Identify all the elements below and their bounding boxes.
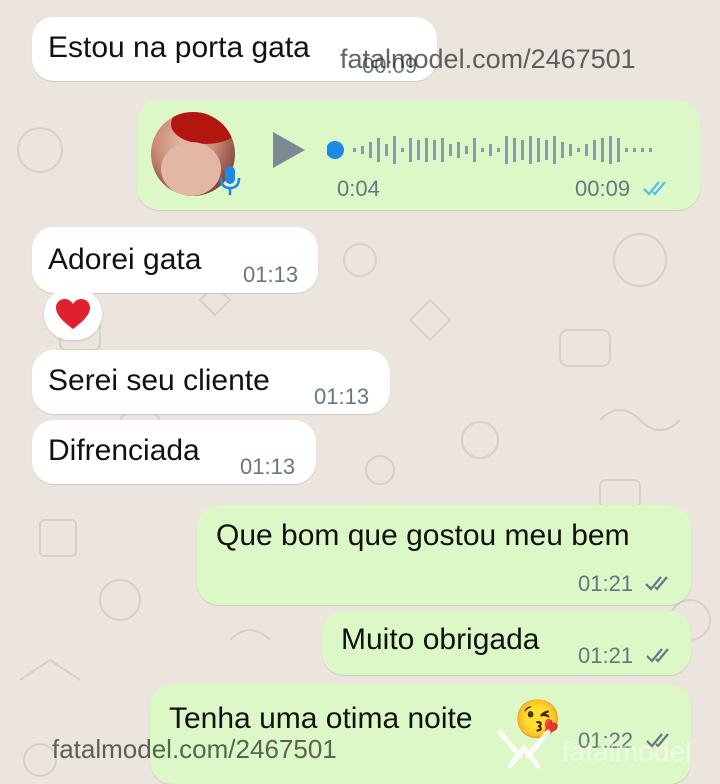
watermark-top: fatalmodel.com/2467501 bbox=[340, 44, 636, 74]
message-bubble-outgoing[interactable]: Muito obrigada 01:21 bbox=[322, 611, 691, 675]
message-time: 01:21 bbox=[578, 571, 634, 596]
heart-icon bbox=[55, 298, 91, 335]
play-icon[interactable] bbox=[271, 130, 307, 175]
message-bubble-incoming[interactable]: Adorei gata 01:13 bbox=[32, 227, 318, 293]
message-time: 01:13 bbox=[240, 454, 296, 479]
double-check-icon bbox=[643, 180, 669, 201]
voice-waveform[interactable] bbox=[326, 134, 667, 166]
message-bubble-outgoing[interactable]: Que bom que gostou meu bem 01:21 bbox=[197, 505, 691, 605]
message-text: Estou na porta gata bbox=[48, 31, 310, 64]
message-text: Difrenciada bbox=[48, 434, 200, 467]
message-text: Muito obrigada bbox=[341, 623, 540, 656]
watermark-bottom: fatalmodel.com/2467501 bbox=[52, 734, 337, 764]
message-time: 00:09 bbox=[575, 176, 631, 201]
watermark-brand: fatalmodel bbox=[496, 728, 691, 775]
mic-icon bbox=[219, 164, 241, 198]
message-text: Tenha uma otima noite bbox=[169, 702, 473, 735]
brand-name: fatalmodel bbox=[562, 735, 692, 767]
reaction-badge[interactable] bbox=[44, 288, 102, 340]
double-check-icon bbox=[645, 575, 671, 596]
message-time: 01:21 bbox=[578, 643, 634, 668]
message-bubble-incoming[interactable]: Difrenciada 01:13 bbox=[32, 420, 316, 484]
brand-logo-icon bbox=[496, 728, 552, 775]
message-text: Que bom que gostou meu bem bbox=[216, 519, 630, 552]
double-check-icon bbox=[646, 647, 672, 668]
voice-position: 0:04 bbox=[337, 176, 380, 201]
message-bubble-incoming[interactable]: Serei seu cliente 01:13 bbox=[32, 350, 390, 414]
message-text: Adorei gata bbox=[48, 243, 202, 276]
message-time: 01:13 bbox=[314, 384, 370, 409]
message-text: Serei seu cliente bbox=[48, 364, 270, 397]
message-time: 01:13 bbox=[243, 262, 299, 287]
voice-message-bubble[interactable]: 0:04 00:09 bbox=[137, 100, 700, 210]
